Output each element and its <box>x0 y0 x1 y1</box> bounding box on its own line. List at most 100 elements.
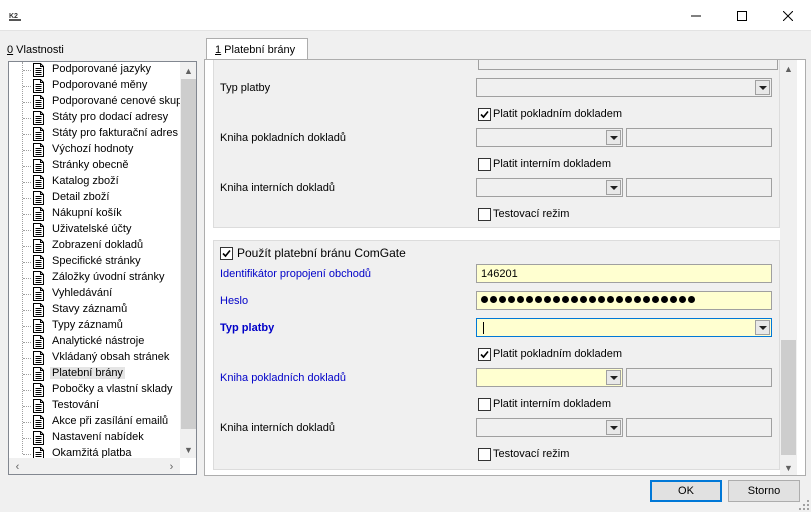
tree-item-label: Zobrazení dokladů <box>52 239 144 251</box>
tree-item-label: Vkládaný obsah stránek <box>52 351 170 363</box>
tree-item-label: Katalog zboží <box>52 175 119 187</box>
gateway-group-1: Typ platby Platit pokladním dokladem Kni… <box>213 60 780 228</box>
tree-item[interactable]: Výchozí hodnoty <box>9 142 181 158</box>
tree-scroll-thumb[interactable] <box>181 79 196 429</box>
tree-item[interactable]: Uživatelské účty <box>9 222 181 238</box>
tree-item[interactable]: Typy záznamů <box>9 318 181 334</box>
testovaci-checkbox-comgate[interactable] <box>478 448 491 461</box>
scroll-down-icon[interactable]: ▼ <box>780 459 797 475</box>
properties-tree[interactable]: Podporované jazyky Podporované měny Podpor… <box>8 61 197 475</box>
tree-item[interactable]: Detail zboží <box>9 190 181 206</box>
kniha-pokladnich-select[interactable] <box>476 128 623 147</box>
panel-scroll-thumb[interactable] <box>781 340 796 455</box>
scroll-down-icon[interactable]: ▼ <box>180 441 196 458</box>
kniha-pokladnich-text-comgate[interactable] <box>626 368 772 387</box>
tree-item[interactable]: Stránky obecně <box>9 158 181 174</box>
platit-pokladnim-checkbox-comgate[interactable] <box>478 348 491 361</box>
scroll-left-icon[interactable]: ‹ <box>9 458 26 474</box>
kniha-internich-label: Kniha interních dokladů <box>220 182 335 194</box>
tab-payment-gateways[interactable]: 1 Platební brány <box>206 38 308 60</box>
scroll-up-icon[interactable]: ▲ <box>180 62 196 79</box>
cancel-button[interactable]: Storno <box>728 480 800 502</box>
tree-item[interactable]: Akce při zasílání emailů <box>9 414 181 430</box>
tree-item[interactable]: Státy pro dodací adresy <box>9 110 181 126</box>
platit-pokladnim-checkbox[interactable] <box>478 108 491 121</box>
tree-item[interactable]: Platební brány <box>9 366 181 382</box>
close-button[interactable] <box>765 0 811 31</box>
document-icon <box>33 223 44 237</box>
maximize-button[interactable] <box>719 0 765 31</box>
password-dot <box>562 296 569 303</box>
tree-horizontal-scrollbar[interactable]: ‹ › <box>9 458 180 474</box>
tree-item[interactable]: Testování <box>9 398 181 414</box>
tree-item[interactable]: Nákupní košík <box>9 206 181 222</box>
platit-internim-label: Platit interním dokladem <box>493 158 611 170</box>
tree-item[interactable]: Pobočky a vlastní sklady <box>9 382 181 398</box>
kniha-internich-text[interactable] <box>626 178 772 197</box>
tree-item[interactable]: Stavy záznamů <box>9 302 181 318</box>
chevron-down-icon[interactable] <box>755 320 770 335</box>
document-icon <box>33 63 44 77</box>
tree-vertical-scrollbar[interactable]: ▲ ▼ <box>180 62 196 458</box>
document-icon <box>33 207 44 221</box>
document-icon <box>33 319 44 333</box>
password-dot <box>634 296 641 303</box>
chevron-down-icon[interactable] <box>606 180 621 195</box>
platit-internim-checkbox[interactable] <box>478 158 491 171</box>
tree-item[interactable]: Specifické stránky <box>9 254 181 270</box>
kniha-internich-text-comgate[interactable] <box>626 418 772 437</box>
close-icon <box>783 10 793 21</box>
tree-item[interactable]: Podporované cenové skup <box>9 94 182 110</box>
platit-pokladnim-label: Platit pokladním dokladem <box>493 108 623 120</box>
use-comgate-checkbox[interactable] <box>220 247 233 260</box>
document-icon <box>33 143 44 157</box>
minimize-button[interactable] <box>673 0 719 31</box>
kniha-internich-select[interactable] <box>476 178 623 197</box>
kniha-pokladnich-select-comgate[interactable] <box>476 368 623 387</box>
chevron-down-icon[interactable] <box>606 130 621 145</box>
typ-platby-select[interactable] <box>476 78 772 97</box>
chevron-down-icon[interactable] <box>755 80 770 95</box>
kniha-pokladnich-text[interactable] <box>626 128 772 147</box>
tree-item-label: Testování <box>52 399 100 411</box>
ok-button[interactable]: OK <box>650 480 722 502</box>
tree-item[interactable]: Katalog zboží <box>9 174 181 190</box>
tree-item[interactable]: Analytické nástroje <box>9 334 181 350</box>
tree-item[interactable]: Vkládaný obsah stránek <box>9 350 181 366</box>
testovaci-checkbox[interactable] <box>478 208 491 221</box>
tree-item[interactable]: Vyhledávání <box>9 286 181 302</box>
typ-platby-label-comgate: Typ platby <box>220 322 275 334</box>
resize-grip-icon[interactable] <box>799 500 809 510</box>
scroll-up-icon[interactable]: ▲ <box>780 60 797 77</box>
tree-item-label: Státy pro fakturační adres <box>52 127 178 139</box>
heslo-label: Heslo <box>220 295 249 307</box>
identifikator-input[interactable]: 146201 <box>476 264 772 283</box>
title-bar: K2 <box>0 0 811 31</box>
scroll-right-icon[interactable]: › <box>163 458 180 474</box>
tree-item-label: Pobočky a vlastní sklady <box>52 383 173 395</box>
password-dot <box>481 296 488 303</box>
tree-item[interactable]: Státy pro fakturační adres <box>9 126 181 142</box>
tree-item[interactable]: Zobrazení dokladů <box>9 238 181 254</box>
comgate-group: Použít platební bránu ComGate Identifiká… <box>213 240 780 470</box>
panel-vertical-scrollbar[interactable]: ▲ ▼ <box>780 60 797 475</box>
tree-item[interactable]: Podporované jazyky <box>9 62 181 78</box>
document-icon <box>33 303 44 317</box>
chevron-down-icon[interactable] <box>606 420 621 435</box>
tree-item[interactable]: Záložky úvodní stránky <box>9 270 181 286</box>
tree-item[interactable]: Nastavení nabídek <box>9 430 181 446</box>
tree-item[interactable]: Podporované měny <box>9 78 181 94</box>
tree-connector <box>23 406 31 407</box>
tree-item-label: Specifické stránky <box>52 255 141 267</box>
platit-internim-checkbox-comgate[interactable] <box>478 398 491 411</box>
heslo-input[interactable] <box>476 291 772 310</box>
tree-connector <box>23 102 31 103</box>
typ-platby-select-comgate[interactable] <box>476 318 772 337</box>
platit-pokladnim-label-comgate: Platit pokladním dokladem <box>493 348 623 360</box>
use-comgate-label: Použít platební bránu ComGate <box>237 246 406 260</box>
top-field-partial[interactable] <box>478 60 778 70</box>
document-icon <box>33 111 44 125</box>
kniha-internich-select-comgate[interactable] <box>476 418 623 437</box>
tree-item-label: Státy pro dodací adresy <box>52 111 169 123</box>
chevron-down-icon[interactable] <box>606 370 621 385</box>
